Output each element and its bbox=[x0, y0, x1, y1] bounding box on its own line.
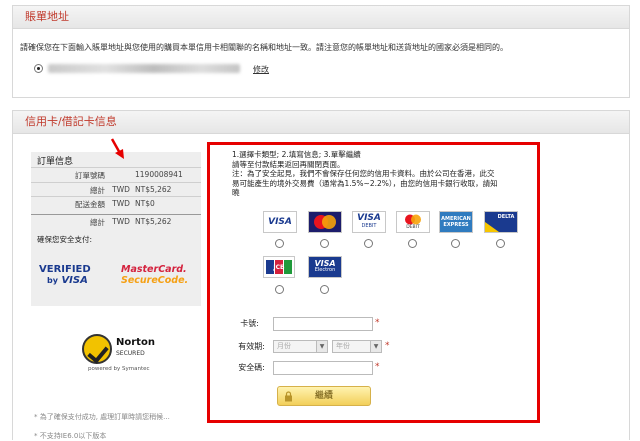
debit-mastercard-radio[interactable] bbox=[408, 239, 417, 248]
year-placeholder: 年份 bbox=[336, 342, 350, 350]
msc-line1: MasterCard. bbox=[121, 264, 187, 275]
amex-bottom: EXPRESS bbox=[443, 222, 469, 228]
subtotal-currency: TWD bbox=[112, 185, 130, 194]
jcb-text: JCB bbox=[273, 263, 285, 271]
payment-instructions: 1.選擇卡類型; 2.填寫信息; 3.單擊繼續 請等至付款結果返回再關閉頁面。 … bbox=[232, 150, 532, 198]
footer-note-1: * 為了確保支付成功, 處理訂單時請您稍候... bbox=[34, 413, 170, 421]
expiry-year-select[interactable]: 年份 ▼ bbox=[332, 340, 382, 353]
order-info-title: 訂單信息 bbox=[37, 157, 74, 167]
mastercard-radio[interactable] bbox=[320, 239, 329, 248]
footer-note-2: * 不支持IE6.0以下版本 bbox=[34, 432, 107, 440]
order-row: 訂單號碼 1190008941 bbox=[31, 167, 201, 180]
subtotal-value: NT$5,262 bbox=[135, 185, 172, 194]
card-number-label: 卡號: bbox=[240, 319, 259, 328]
total-value: NT$5,262 bbox=[135, 217, 172, 226]
norton-check-icon bbox=[82, 334, 112, 364]
required-mark: * bbox=[385, 341, 390, 351]
required-mark: * bbox=[375, 362, 380, 372]
billing-notice: 請確保您在下面輸入賬單地址與您使用的購買本單信用卡相關聯的名稱和地址一致。請注意… bbox=[20, 43, 508, 52]
amex-card-icon[interactable]: AMERICAN EXPRESS bbox=[439, 211, 473, 233]
order-row: 總計 TWD NT$5,262 bbox=[31, 214, 201, 227]
total-currency: TWD bbox=[112, 217, 130, 226]
continue-label: 繼續 bbox=[314, 391, 333, 401]
delta-text: DELTA bbox=[497, 214, 515, 220]
instruction-line: 1.選擇卡類型; 2.填寫信息; 3.單擊繼續 bbox=[232, 150, 361, 159]
order-row: 總計 TWD NT$5,262 bbox=[31, 182, 201, 195]
order-info-box: 訂單信息 訂單號碼 1190008941 總計 TWD NT$5,262 配送金… bbox=[31, 152, 201, 306]
verified-by-visa-logo: VERIFIED by VISA bbox=[39, 264, 91, 286]
required-mark: * bbox=[375, 318, 380, 328]
shipping-label: 配送金額 bbox=[75, 200, 105, 209]
delta-card-icon[interactable]: DELTA bbox=[484, 211, 518, 233]
secure-payment-label: 確保您安全支付: bbox=[37, 235, 93, 244]
norton-powered: powered by Symantec bbox=[88, 366, 150, 372]
expiry-label: 有效期: bbox=[238, 342, 265, 351]
chevron-down-icon: ▼ bbox=[316, 341, 327, 352]
visa-text: VISA bbox=[268, 217, 292, 227]
electron-top: VISA bbox=[314, 259, 336, 268]
visa-debit-bottom: DEBIT bbox=[361, 223, 377, 229]
order-number-label: 訂單號碼 bbox=[75, 171, 105, 180]
visa-electron-radio[interactable] bbox=[320, 285, 329, 294]
card-info-title: 信用卡/借記卡信息 bbox=[13, 111, 629, 134]
msc-line2: SecureCode. bbox=[121, 275, 189, 286]
chevron-down-icon: ▼ bbox=[370, 341, 381, 352]
norton-secured-badge: Norton SECURED powered by Symantec bbox=[82, 332, 162, 376]
subtotal-label: 總計 bbox=[90, 186, 105, 195]
card-number-input[interactable] bbox=[273, 317, 373, 331]
jcb-radio[interactable] bbox=[275, 285, 284, 294]
visa-electron-icon[interactable]: VISA Electron bbox=[308, 256, 342, 278]
visa-debit-radio[interactable] bbox=[364, 239, 373, 248]
norton-name: Norton bbox=[116, 337, 155, 348]
vbv-visa: VISA bbox=[61, 275, 88, 286]
visa-card-icon[interactable]: VISA bbox=[263, 211, 297, 233]
order-row: 配送金額 TWD NT$0 bbox=[31, 196, 201, 209]
shipping-currency: TWD bbox=[112, 199, 130, 208]
continue-button[interactable]: 繼續 bbox=[277, 386, 371, 406]
lock-icon bbox=[285, 391, 292, 402]
instruction-line: 注：為了安全起見，我們不會保存任何您的信用卡資料。由於公司在香港，此交 bbox=[232, 169, 495, 178]
mastercard-securecode-logo: MasterCard. SecureCode. bbox=[121, 264, 188, 286]
delta-radio[interactable] bbox=[496, 239, 505, 248]
vbv-by: by bbox=[47, 276, 58, 285]
norton-sub: SECURED bbox=[116, 350, 145, 357]
expiry-month-select[interactable]: 月份 ▼ bbox=[273, 340, 328, 353]
edit-address-link[interactable]: 修改 bbox=[253, 64, 269, 75]
electron-bottom: Electron bbox=[314, 267, 336, 273]
cvv-label: 安全碼: bbox=[238, 363, 265, 372]
billing-address-radio[interactable] bbox=[34, 64, 43, 73]
red-arrow-icon bbox=[110, 138, 124, 159]
visa-debit-icon[interactable]: VISA DEBIT bbox=[352, 211, 386, 233]
shipping-value: NT$0 bbox=[135, 199, 155, 208]
instruction-line: 曉 bbox=[232, 188, 240, 197]
month-placeholder: 月份 bbox=[277, 342, 291, 350]
billing-address-redacted bbox=[48, 64, 240, 73]
mastercard-icon[interactable] bbox=[308, 211, 342, 233]
jcb-card-icon[interactable]: JCB bbox=[263, 256, 295, 278]
cvv-input[interactable] bbox=[273, 361, 373, 375]
total-label: 總計 bbox=[90, 218, 105, 227]
vbv-line1: VERIFIED bbox=[39, 264, 91, 275]
visa-radio[interactable] bbox=[275, 239, 284, 248]
instruction-line: 易可能產生的境外交易費（通常為1.5%~2.2%），由您的信用卡銀行收取，請知 bbox=[232, 178, 498, 188]
amex-radio[interactable] bbox=[451, 239, 460, 248]
order-number-value: 1190008941 bbox=[135, 170, 183, 179]
visa-debit-top: VISA bbox=[357, 213, 381, 223]
debit-mastercard-icon[interactable]: DEBIT bbox=[396, 211, 430, 233]
debit-text: DEBIT bbox=[406, 225, 420, 230]
billing-address-title: 賬單地址 bbox=[13, 6, 629, 29]
instruction-line: 請等至付款結果返回再關閉頁面。 bbox=[232, 159, 345, 169]
